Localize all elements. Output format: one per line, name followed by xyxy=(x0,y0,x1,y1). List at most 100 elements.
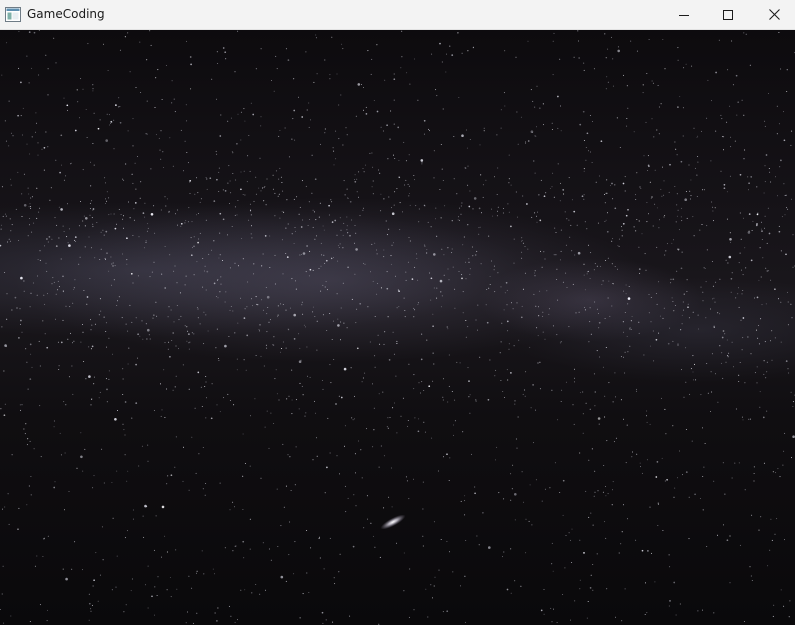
star xyxy=(389,138,391,140)
star xyxy=(742,419,744,421)
star xyxy=(321,611,324,614)
star xyxy=(501,322,503,324)
star xyxy=(280,575,284,579)
star xyxy=(280,303,282,305)
star xyxy=(407,420,409,421)
star xyxy=(720,362,722,364)
star xyxy=(583,552,585,554)
star xyxy=(157,69,159,71)
star xyxy=(750,176,753,178)
star xyxy=(92,208,95,210)
star xyxy=(481,212,482,214)
star xyxy=(579,452,581,454)
star xyxy=(122,178,124,180)
star xyxy=(185,622,187,624)
star xyxy=(74,541,76,543)
star xyxy=(480,263,482,265)
star xyxy=(188,489,190,491)
star xyxy=(791,198,792,200)
star xyxy=(594,391,596,393)
star xyxy=(266,410,268,412)
star xyxy=(296,196,298,198)
close-button[interactable] xyxy=(751,0,795,29)
star xyxy=(744,149,746,151)
star xyxy=(180,129,182,131)
star xyxy=(790,391,792,393)
star xyxy=(255,176,257,178)
star xyxy=(699,498,701,499)
star xyxy=(598,313,599,314)
star xyxy=(262,253,264,255)
star xyxy=(417,304,419,306)
star xyxy=(783,450,785,452)
star xyxy=(188,348,190,350)
star xyxy=(458,271,460,272)
star xyxy=(405,271,407,273)
game-canvas[interactable] xyxy=(0,30,795,625)
star xyxy=(28,31,31,33)
star xyxy=(751,230,753,231)
star xyxy=(656,461,659,463)
star xyxy=(163,369,165,371)
star xyxy=(494,375,496,377)
star xyxy=(161,273,163,275)
star xyxy=(65,175,67,177)
star xyxy=(58,206,60,208)
star xyxy=(388,228,390,230)
star xyxy=(0,408,2,410)
star xyxy=(93,164,95,166)
star xyxy=(750,353,752,355)
star xyxy=(583,194,585,196)
star xyxy=(646,612,648,614)
star xyxy=(704,443,706,444)
star xyxy=(128,201,129,203)
star xyxy=(615,396,616,398)
maximize-button[interactable] xyxy=(705,0,751,29)
star xyxy=(89,214,91,216)
star xyxy=(84,225,86,227)
star xyxy=(426,252,428,254)
title-bar[interactable]: GameCoding xyxy=(0,0,795,30)
star xyxy=(735,408,737,410)
minimize-button[interactable] xyxy=(661,0,707,29)
star xyxy=(82,88,84,90)
star xyxy=(552,172,554,174)
star xyxy=(58,369,60,370)
star xyxy=(241,238,243,239)
star xyxy=(500,286,502,288)
star xyxy=(10,178,12,180)
star xyxy=(673,239,674,241)
star xyxy=(231,226,233,227)
star xyxy=(598,321,601,324)
star xyxy=(196,572,197,574)
star xyxy=(541,500,543,502)
star xyxy=(586,228,588,230)
star xyxy=(673,581,676,584)
star xyxy=(147,607,149,609)
star xyxy=(152,317,154,319)
star xyxy=(399,229,401,231)
star xyxy=(759,391,761,393)
star xyxy=(83,361,85,362)
star xyxy=(543,613,545,615)
star xyxy=(694,493,696,496)
star xyxy=(362,209,364,211)
star xyxy=(556,622,558,623)
star xyxy=(666,478,668,481)
star xyxy=(363,527,365,529)
star xyxy=(663,216,665,218)
star xyxy=(46,270,48,272)
star xyxy=(457,219,459,221)
star xyxy=(697,156,699,157)
star xyxy=(23,280,25,282)
star xyxy=(228,605,230,607)
star xyxy=(298,360,302,364)
star xyxy=(692,311,694,313)
star xyxy=(742,290,744,291)
star xyxy=(240,171,242,173)
star xyxy=(423,421,425,423)
star xyxy=(322,284,324,286)
star xyxy=(242,540,245,543)
star xyxy=(711,391,713,393)
star xyxy=(477,329,478,331)
